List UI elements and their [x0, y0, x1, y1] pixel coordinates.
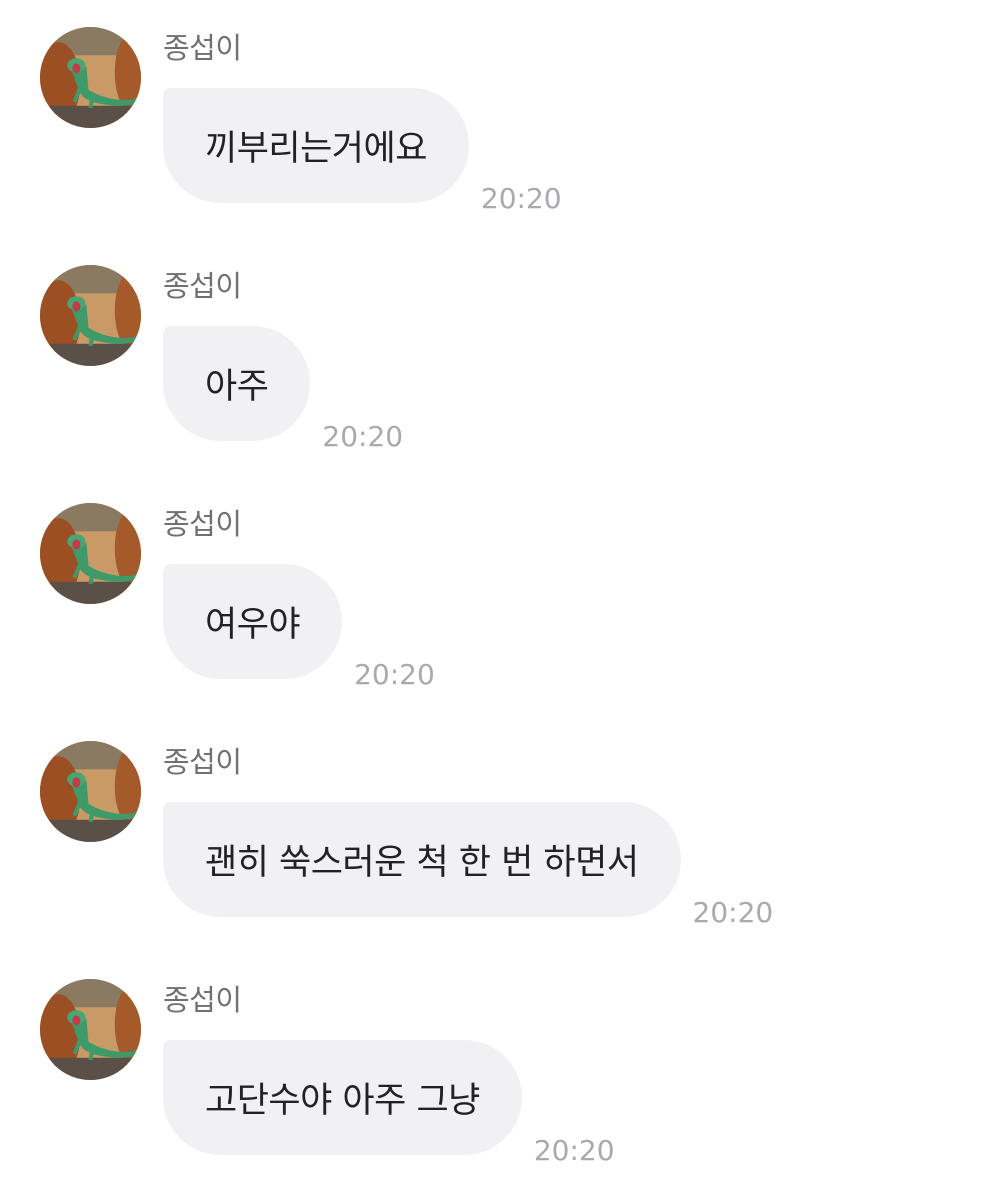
message-content: 여우야 20:20 [163, 564, 435, 691]
message-bubble[interactable]: 끼부리는거에요 [163, 88, 469, 203]
lizard-avatar-icon [40, 265, 141, 366]
lizard-avatar-icon [40, 27, 141, 128]
avatar[interactable] [40, 741, 141, 842]
sender-name: 종섭이 [163, 31, 242, 65]
message-row: 종섭이 괜히 쑥스러운 척 한 번 하면서 20:20 [0, 714, 988, 952]
chat-message-list[interactable]: 종섭이 끼부리는거에요 20:20 종섭이 아주 20:20 종섭이 여우야 2… [0, 0, 988, 1200]
message-timestamp: 20:20 [322, 420, 404, 453]
message-row: 종섭이 끼부리는거에요 20:20 [0, 0, 988, 238]
message-row: 종섭이 아주 20:20 [0, 238, 988, 476]
message-row: 종섭이 여우야 20:20 [0, 476, 988, 714]
message-bubble[interactable]: 여우야 [163, 564, 343, 679]
lizard-avatar-icon [40, 979, 141, 1080]
message-bubble[interactable]: 괜히 쑥스러운 척 한 번 하면서 [163, 802, 681, 917]
avatar[interactable] [40, 265, 141, 366]
message-timestamp: 20:20 [354, 658, 435, 691]
message-timestamp: 20:20 [480, 182, 562, 215]
lizard-avatar-icon [40, 503, 141, 604]
message-bubble[interactable]: 고단수야 아주 그냥 [163, 1040, 522, 1155]
message-content: 고단수야 아주 그냥 20:20 [163, 1040, 615, 1167]
message-row: 종섭이 고단수야 아주 그냥 20:20 [0, 952, 988, 1190]
avatar[interactable] [40, 503, 141, 604]
avatar[interactable] [40, 27, 141, 128]
sender-name: 종섭이 [163, 507, 242, 541]
message-bubble[interactable]: 아주 [163, 326, 311, 441]
message-content: 괜히 쑥스러운 척 한 번 하면서 20:20 [163, 802, 773, 929]
message-content: 끼부리는거에요 20:20 [163, 88, 562, 215]
sender-name: 종섭이 [163, 269, 242, 303]
lizard-avatar-icon [40, 741, 141, 842]
message-timestamp: 20:20 [533, 1134, 615, 1167]
message-timestamp: 20:20 [692, 896, 774, 929]
sender-name: 종섭이 [163, 745, 242, 779]
sender-name: 종섭이 [163, 983, 242, 1017]
avatar[interactable] [40, 979, 141, 1080]
message-content: 아주 20:20 [163, 326, 403, 453]
